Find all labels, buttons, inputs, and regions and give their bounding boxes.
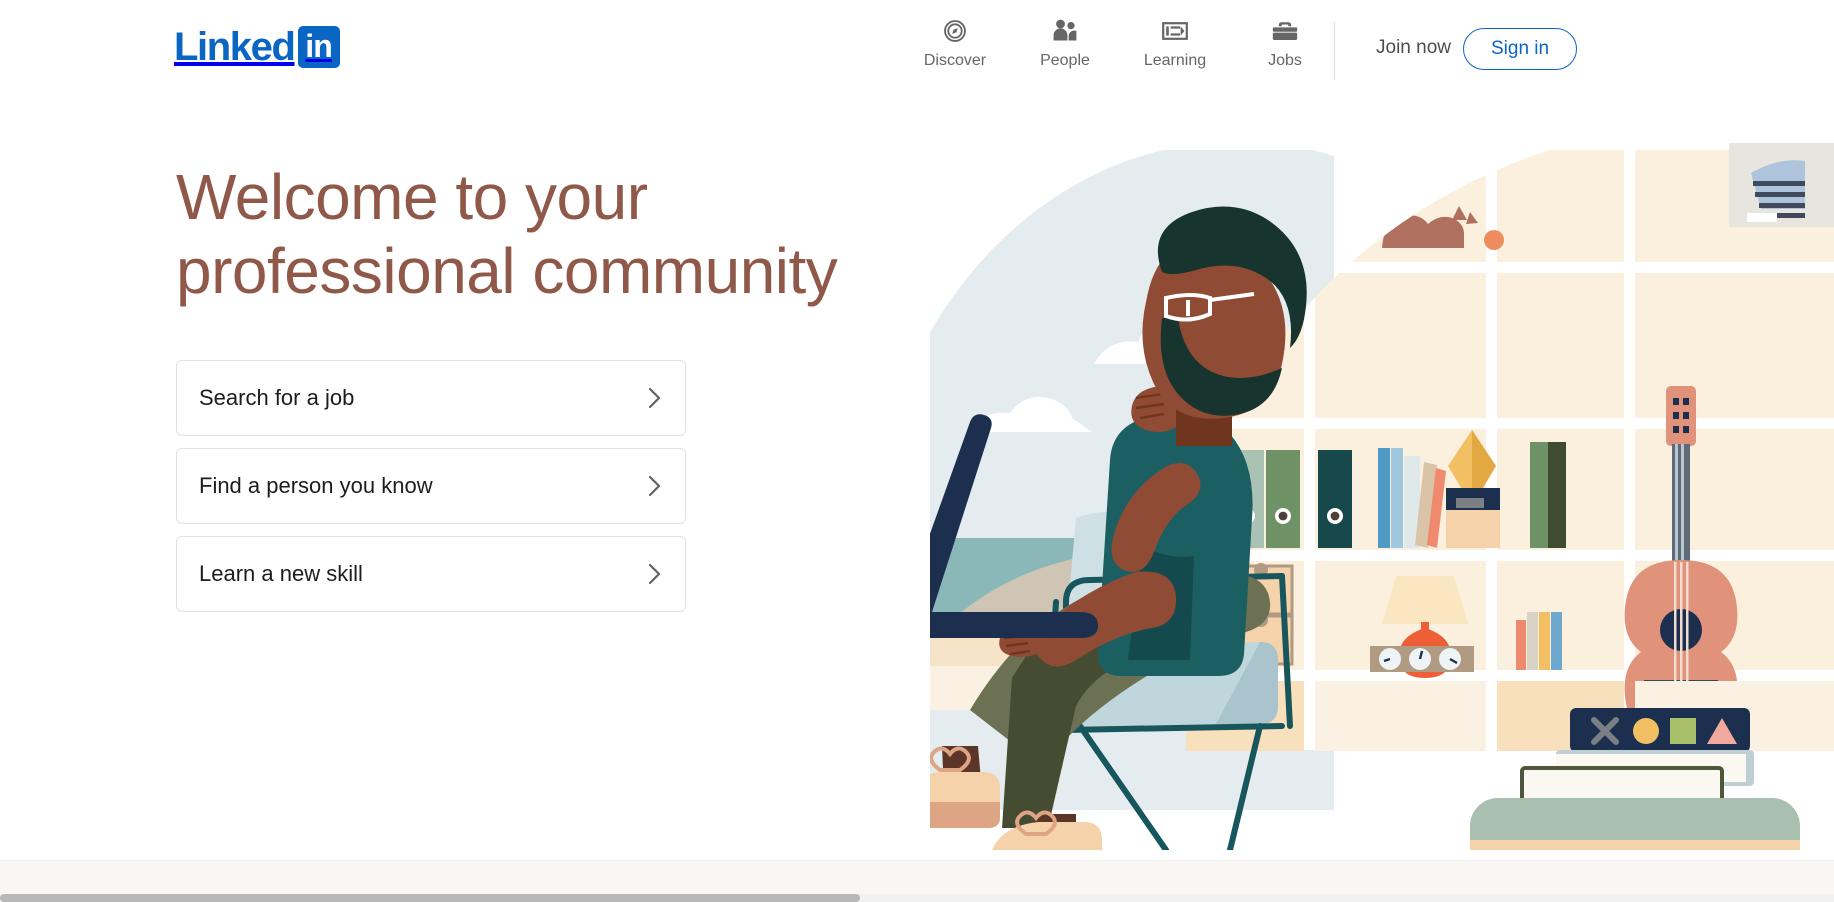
logo-badge-text: in <box>305 28 332 64</box>
nav-label-people: People <box>1040 52 1090 69</box>
chevron-right-icon <box>645 384 663 412</box>
compass-icon <box>942 16 968 46</box>
person-reading-at-bookshelf-illustration <box>930 150 1834 850</box>
linkedin-landing-page: Linked in Discover People Learning Jobs … <box>0 0 1834 902</box>
people-icon <box>1051 16 1079 46</box>
linkedin-logo[interactable]: Linked in <box>174 26 340 68</box>
cta-card-find-a-person-you-know[interactable]: Find a person you know <box>176 448 686 525</box>
horizontal-scrollbar-track[interactable] <box>0 894 1834 902</box>
chevron-right-icon <box>645 472 663 500</box>
page-title: Welcome to your professional community <box>176 161 838 308</box>
nav-item-learning[interactable]: Learning <box>1120 16 1230 70</box>
logo-badge: in <box>297 26 340 68</box>
cta-card-learn-a-new-skill[interactable]: Learn a new skill <box>176 536 686 613</box>
site-header: Linked in Discover People Learning Jobs … <box>0 0 1834 103</box>
chevron-right-icon <box>645 560 663 588</box>
nav-item-jobs[interactable]: Jobs <box>1230 16 1340 70</box>
primary-nav: Discover People Learning Jobs <box>900 16 1340 70</box>
cta-label: Learn a new skill <box>199 561 363 587</box>
nav-item-people[interactable]: People <box>1010 16 1120 70</box>
nav-label-discover: Discover <box>923 52 987 69</box>
cta-label: Search for a job <box>199 385 355 411</box>
hero-section: Welcome to your professional community S… <box>176 160 876 613</box>
cta-card-list: Search for a job Find a person you know … <box>176 360 686 613</box>
framed-artwork <box>1729 143 1834 227</box>
nav-item-discover[interactable]: Discover <box>900 16 1010 70</box>
join-now-button[interactable]: Join now <box>1358 29 1469 67</box>
nav-label-learning: Learning <box>1143 52 1207 69</box>
nav-label-jobs: Jobs <box>1268 52 1302 69</box>
header-divider <box>1334 22 1335 80</box>
logo-wordmark: Linked <box>174 25 296 69</box>
sign-in-button[interactable]: Sign in <box>1463 28 1578 70</box>
cta-card-search-for-a-job[interactable]: Search for a job <box>176 360 686 437</box>
cta-label: Find a person you know <box>199 473 433 499</box>
briefcase-icon <box>1271 16 1299 46</box>
horizontal-scrollbar-thumb[interactable] <box>0 894 860 902</box>
learning-video-icon <box>1161 16 1189 46</box>
